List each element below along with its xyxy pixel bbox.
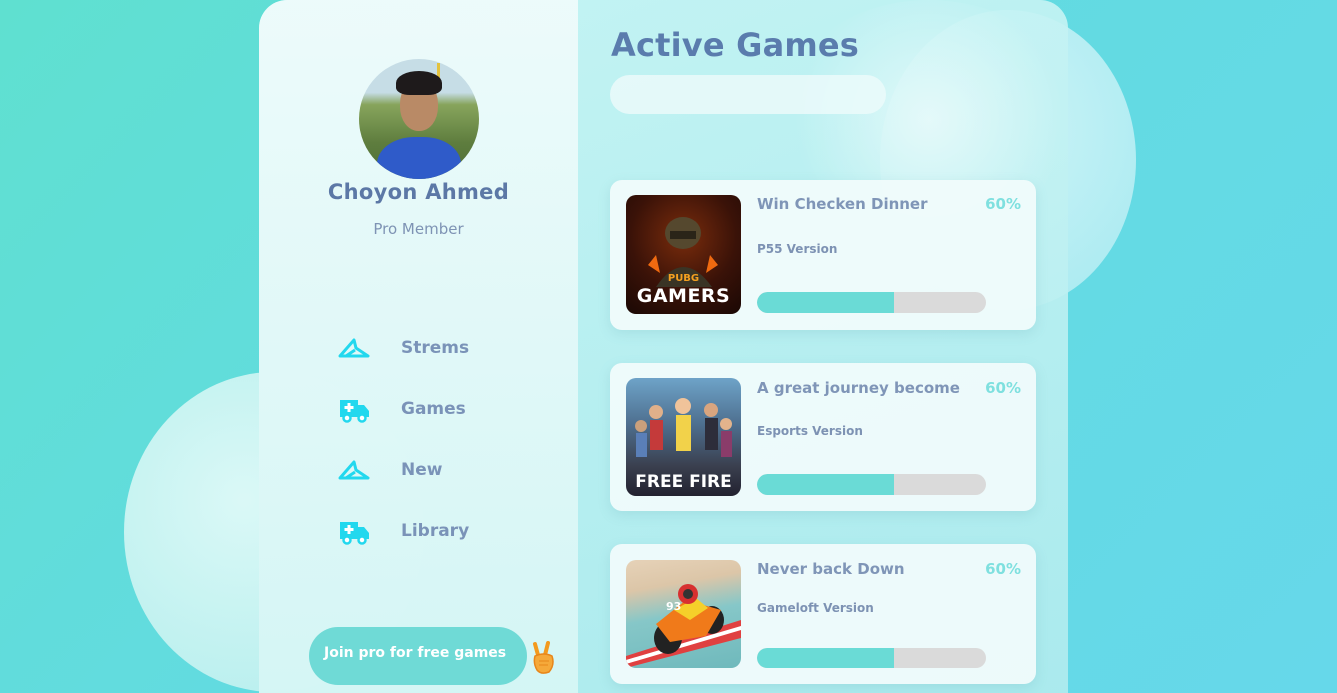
game-progress-label: 60% [985, 560, 1021, 578]
sidebar: Choyon Ahmed Pro Member Strems Games New… [259, 0, 578, 693]
sidebar-item-strems[interactable]: Strems [337, 330, 557, 366]
game-thumbnail: PUBG GAMERS [626, 195, 741, 314]
plane-icon [337, 453, 371, 487]
sidebar-item-library[interactable]: Library [337, 513, 557, 549]
game-progress-bar [757, 648, 986, 668]
ambulance-icon [337, 392, 371, 426]
game-card[interactable]: 93 Never back Down 60% Gameloft Version [610, 544, 1036, 684]
game-progress-label: 60% [985, 195, 1021, 213]
sidebar-item-games[interactable]: Games [337, 391, 557, 427]
sidebar-item-new[interactable]: New [337, 452, 557, 488]
avatar [359, 59, 479, 179]
game-progress-fill [757, 648, 895, 668]
page-title: Active Games [611, 26, 860, 64]
game-version: Esports Version [757, 424, 863, 438]
thumbnail-caption: GAMERS [636, 285, 731, 307]
app-panel: Choyon Ahmed Pro Member Strems Games New… [259, 0, 1068, 693]
game-title: Win Checken Dinner [757, 195, 928, 213]
ambulance-icon [337, 514, 371, 548]
profile-name: Choyon Ahmed [327, 180, 510, 204]
game-progress-fill [757, 474, 895, 495]
thumbnail-caption: FREE FIRE [635, 472, 732, 492]
game-progress-bar [757, 474, 986, 495]
thumbnail-caption: 93 [666, 600, 682, 613]
game-progress-bar [757, 292, 986, 313]
game-card[interactable]: FREE FIRE A great journey become 60% Esp… [610, 363, 1036, 511]
sidebar-item-label: Library [401, 521, 470, 541]
search-input[interactable] [610, 75, 886, 114]
game-version: P55 Version [757, 242, 838, 256]
game-title: A great journey become [757, 379, 960, 397]
sidebar-item-label: Games [401, 399, 466, 419]
profile-role: Pro Member [373, 220, 464, 238]
game-card[interactable]: PUBG GAMERS Win Checken Dinner 60% P55 V… [610, 180, 1036, 330]
game-title: Never back Down [757, 560, 905, 578]
peace-hand-icon [532, 641, 556, 675]
sidebar-item-label: Strems [401, 338, 470, 358]
game-thumbnail: FREE FIRE [626, 378, 741, 496]
plane-icon [337, 331, 371, 365]
game-thumbnail: 93 [626, 560, 741, 668]
game-progress-fill [757, 292, 895, 313]
sidebar-item-label: New [401, 460, 443, 480]
join-pro-button[interactable]: Join pro for free games [309, 627, 527, 685]
game-progress-label: 60% [985, 379, 1021, 397]
thumbnail-caption: PUBG [667, 273, 700, 284]
game-version: Gameloft Version [757, 601, 874, 615]
